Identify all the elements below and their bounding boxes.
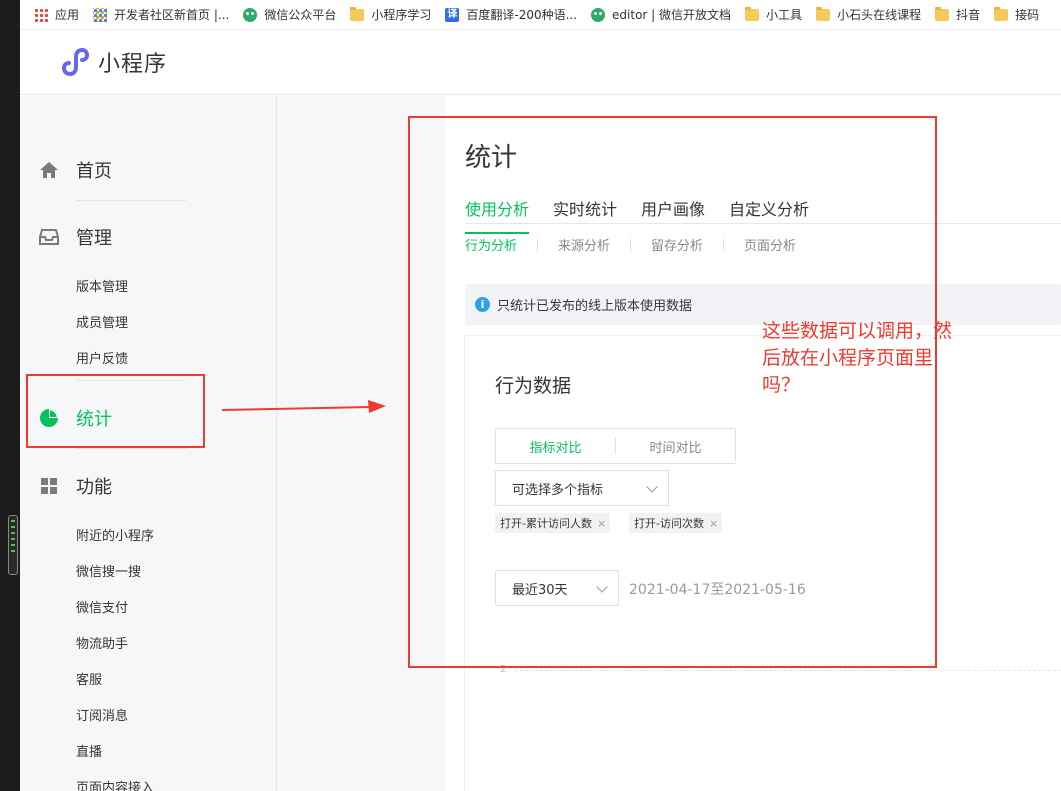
sidebar-item-features[interactable]: 功能 [38,473,112,499]
apps-grid-icon [34,7,48,22]
sidebar-item-member-manage[interactable]: 成员管理 [76,312,128,331]
fanyi-icon: 译 [445,7,460,22]
annotation-highlight-box [26,374,205,448]
wechat-icon [591,7,606,22]
bookmark-baidu-fanyi[interactable]: 译百度翻译-200种语... [445,6,577,23]
divider [76,200,186,201]
annotation-question: 这些数据可以调用，然后放在小程序页面里吗？ [762,320,953,396]
bookmark-douyin[interactable]: 抖音 [935,6,980,23]
chart-gridline [515,670,1061,671]
app-header: 小程序 [20,30,1061,95]
app-title: 小程序 [98,52,168,77]
bookmark-course[interactable]: 小石头在线课程 [816,6,921,23]
scroll-handle[interactable] [8,515,18,575]
sidebar-item-wechat-search[interactable]: 微信搜一搜 [76,561,141,580]
sidebar-item-nearby[interactable]: 附近的小程序 [76,525,154,544]
divider [76,448,186,449]
sidebar-item-logistics[interactable]: 物流助手 [76,633,128,652]
window-edge [0,0,20,791]
folder-icon [745,6,760,21]
sidebar-item-user-feedback[interactable]: 用户反馈 [76,348,128,367]
bookmark-miniprogram-learning[interactable]: 小程序学习 [350,6,431,23]
inbox-icon [38,226,60,248]
dev-community-icon [93,7,108,22]
sidebar-item-wechat-pay[interactable]: 微信支付 [76,597,128,616]
sidebar-item-manage[interactable]: 管理 [38,224,112,250]
sidebar-item-label: 功能 [76,477,112,498]
bookmark-dev-community[interactable]: 开发者社区新首页 |... [93,6,229,23]
sidebar-item-label: 首页 [76,161,112,182]
folder-icon [816,6,831,21]
bookmarks-bar: 应用 开发者社区新首页 |... 微信公众平台 小程序学习 译百度翻译-200种… [20,0,1061,30]
annotation-arrow [222,400,386,413]
bookmark-apps[interactable]: 应用 [34,6,79,23]
bookmark-wechat-mp[interactable]: 微信公众平台 [243,6,336,23]
sidebar-item-home[interactable]: 首页 [38,157,112,183]
bookmark-jiema[interactable]: 接码 [994,6,1039,23]
wechat-icon [243,7,258,22]
sidebar-item-version-manage[interactable]: 版本管理 [76,276,128,295]
sidebar-item-content-access[interactable]: 页面内容接入 [76,777,154,791]
bookmark-tools[interactable]: 小工具 [745,6,802,23]
sidebar-item-live[interactable]: 直播 [76,741,102,760]
sidebar-item-customer-service[interactable]: 客服 [76,669,102,688]
folder-icon [994,6,1009,21]
sidebar-item-label: 管理 [76,228,112,249]
sidebar-item-subscribe-message[interactable]: 订阅消息 [76,705,128,724]
bookmark-editor-docs[interactable]: editor | 微信开放文档 [591,6,731,23]
home-icon [38,159,60,181]
miniprogram-logo-icon[interactable] [58,46,90,78]
folder-icon [350,6,365,21]
folder-icon [935,6,950,21]
grid-icon [38,475,60,497]
